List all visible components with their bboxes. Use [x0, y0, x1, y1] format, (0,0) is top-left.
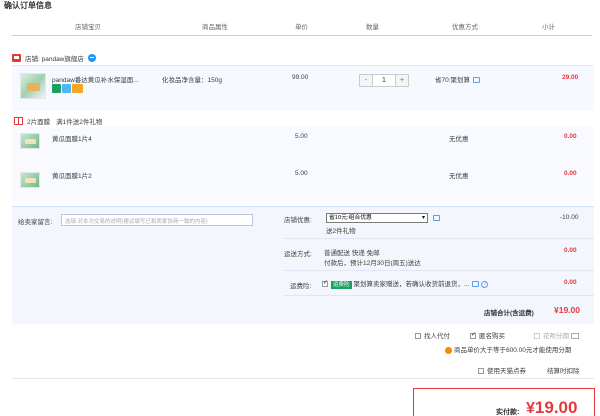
- installment-checkbox[interactable]: [534, 333, 540, 340]
- discount-info-icon[interactable]: [473, 77, 481, 84]
- shop-total-value: ¥19.00: [554, 305, 580, 315]
- anonymous-label[interactable]: 匿名购买: [479, 333, 505, 340]
- col-shop-item: 店铺宝贝: [75, 24, 101, 31]
- gift-item-discount: 无优惠: [449, 136, 469, 143]
- item-badges: [52, 84, 84, 95]
- shop-line: 店铺: pandaw旗舰店: [12, 52, 96, 64]
- divider: [283, 238, 594, 239]
- shipping-value: 0.00: [564, 247, 577, 254]
- insurance-checkbox[interactable]: [322, 279, 328, 288]
- gift-desc: 满1件送2件礼物: [56, 119, 103, 126]
- item-subtotal: 29.00: [562, 74, 579, 81]
- item-name[interactable]: pandaw番达黄瓜补水保湿面...: [52, 74, 139, 84]
- divider: [283, 270, 594, 271]
- item-discount-text: 省70:聚划算: [435, 77, 471, 84]
- gift-title: 2片面膜: [27, 119, 51, 126]
- coupon-value: -10.00: [560, 214, 579, 221]
- col-quantity: 数量: [366, 24, 379, 31]
- chat-seller-icon[interactable]: [87, 54, 96, 62]
- insurance-tag: 运费险: [331, 281, 352, 289]
- seller-note-label: 给卖家留言:: [18, 219, 53, 226]
- insurance-text: 聚划算卖家赠送，若确认收货前退货，...: [353, 281, 470, 288]
- installment-label[interactable]: 花呗分期: [543, 333, 569, 340]
- installment-option: 花呗分期: [534, 330, 579, 340]
- currency-symbol: ¥: [526, 400, 535, 416]
- insurance-value: 0.00: [564, 279, 577, 286]
- quantity-plus-button[interactable]: +: [396, 75, 408, 86]
- payment-label: 实付款:: [496, 409, 520, 416]
- order-item-row: pandaw番达黄瓜补水保湿面... 化妆品净含量：150g 99.00 - 1…: [12, 65, 594, 111]
- gift-item-discount: 无优惠: [449, 173, 469, 180]
- tmall-points-label[interactable]: 使用天猫点券: [487, 368, 526, 375]
- card-badge-icon[interactable]: [72, 84, 83, 93]
- payment-amount: ¥19.00: [526, 398, 577, 416]
- gift-list: 黄瓜面膜1片4 5.00 无优惠 0.00 黄瓜面膜1片2 5.00 无优惠 0…: [12, 127, 594, 201]
- tmall-points-option: 使用天猫点券: [478, 365, 526, 375]
- gift-item-name[interactable]: 黄瓜面膜1片2: [52, 170, 92, 180]
- shop-name[interactable]: 店铺: pandaw旗舰店: [25, 53, 84, 63]
- deduct-label: 结算时扣除: [547, 368, 580, 375]
- info-icon: [445, 346, 452, 354]
- proxy-pay-option: 找人代付: [415, 330, 450, 340]
- guarantee-badge-icon[interactable]: [62, 84, 71, 93]
- divider: [12, 378, 594, 379]
- shipping-method: 普通配送 快递 免邮: [324, 250, 380, 257]
- help-icon[interactable]: ?: [481, 280, 489, 288]
- anonymous-checkbox[interactable]: [470, 331, 476, 340]
- installment-note: 商品单价大于等于600.00元才能使用分期: [454, 347, 572, 354]
- shop-coupon-select[interactable]: 省10元:组合优惠: [326, 213, 428, 223]
- gift-item-price: 5.00: [295, 133, 308, 140]
- order-summary-panel: 给卖家留言: 选填:对本次交易的说明(建议填写已和卖家协商一致的内容) 店铺优惠…: [12, 206, 594, 324]
- shop-icon: [12, 54, 21, 62]
- gift-line: 2片面膜 满1件送2件礼物: [14, 116, 102, 126]
- gift-item-subtotal: 0.00: [564, 170, 577, 177]
- seller-note-input[interactable]: 选填:对本次交易的说明(建议填写已和卖家协商一致的内容): [61, 214, 253, 226]
- item-thumbnail[interactable]: [20, 73, 46, 99]
- installment-note-row: 商品单价大于等于600.00元才能使用分期: [445, 344, 571, 354]
- quantity-minus-button[interactable]: -: [360, 75, 372, 86]
- coupon-gift-text: 送2件礼物: [326, 228, 356, 235]
- insurance-label: 运费险:: [290, 283, 312, 290]
- quantity-input[interactable]: 1: [372, 75, 396, 86]
- service-badge-icon[interactable]: [52, 84, 61, 93]
- shipping-eta: 付款后，预计12月30日(周五)送达: [324, 260, 421, 267]
- gift-item-price: 5.00: [295, 170, 308, 177]
- col-subtotal: 小计: [542, 24, 555, 31]
- tmall-points-checkbox[interactable]: [478, 368, 484, 375]
- anonymous-option: 匿名购买: [470, 330, 505, 340]
- column-header: 店铺宝贝 商品属性 单价 数量 优惠方式 小计: [12, 14, 592, 36]
- gift-item-subtotal: 0.00: [564, 133, 577, 140]
- shop-total-label: 店铺合计(含运费): [484, 310, 534, 317]
- page-title: 确认订单信息: [4, 1, 52, 10]
- card-icon: [571, 333, 579, 340]
- insurance-info-icon[interactable]: [472, 281, 480, 288]
- insurance-row: 运费险聚划算卖家赠送，若确认收货前退货，...?: [322, 278, 489, 289]
- col-discount: 优惠方式: [452, 24, 478, 31]
- coupon-info-icon[interactable]: [433, 215, 440, 221]
- shop-coupon-label: 店铺优惠:: [284, 217, 312, 224]
- divider: [283, 295, 594, 296]
- col-attributes: 商品属性: [202, 24, 228, 31]
- item-discount: 省70:聚划算: [435, 74, 481, 84]
- proxy-pay-label[interactable]: 找人代付: [424, 333, 450, 340]
- shipping-label: 运送方式:: [284, 251, 312, 258]
- item-price: 99.00: [292, 74, 309, 81]
- item-attribute: 化妆品净含量：150g: [162, 77, 222, 84]
- col-unit-price: 单价: [295, 24, 308, 31]
- gift-thumbnail[interactable]: [20, 133, 40, 149]
- gift-thumbnail[interactable]: [20, 172, 40, 188]
- payment-value: 19.00: [534, 398, 578, 416]
- gift-icon: [14, 117, 23, 125]
- proxy-pay-checkbox[interactable]: [415, 333, 421, 340]
- gift-item-name[interactable]: 黄瓜面膜1片4: [52, 133, 92, 143]
- quantity-stepper: - 1 +: [359, 74, 409, 87]
- payment-box: 实付款: ¥19.00: [413, 388, 595, 416]
